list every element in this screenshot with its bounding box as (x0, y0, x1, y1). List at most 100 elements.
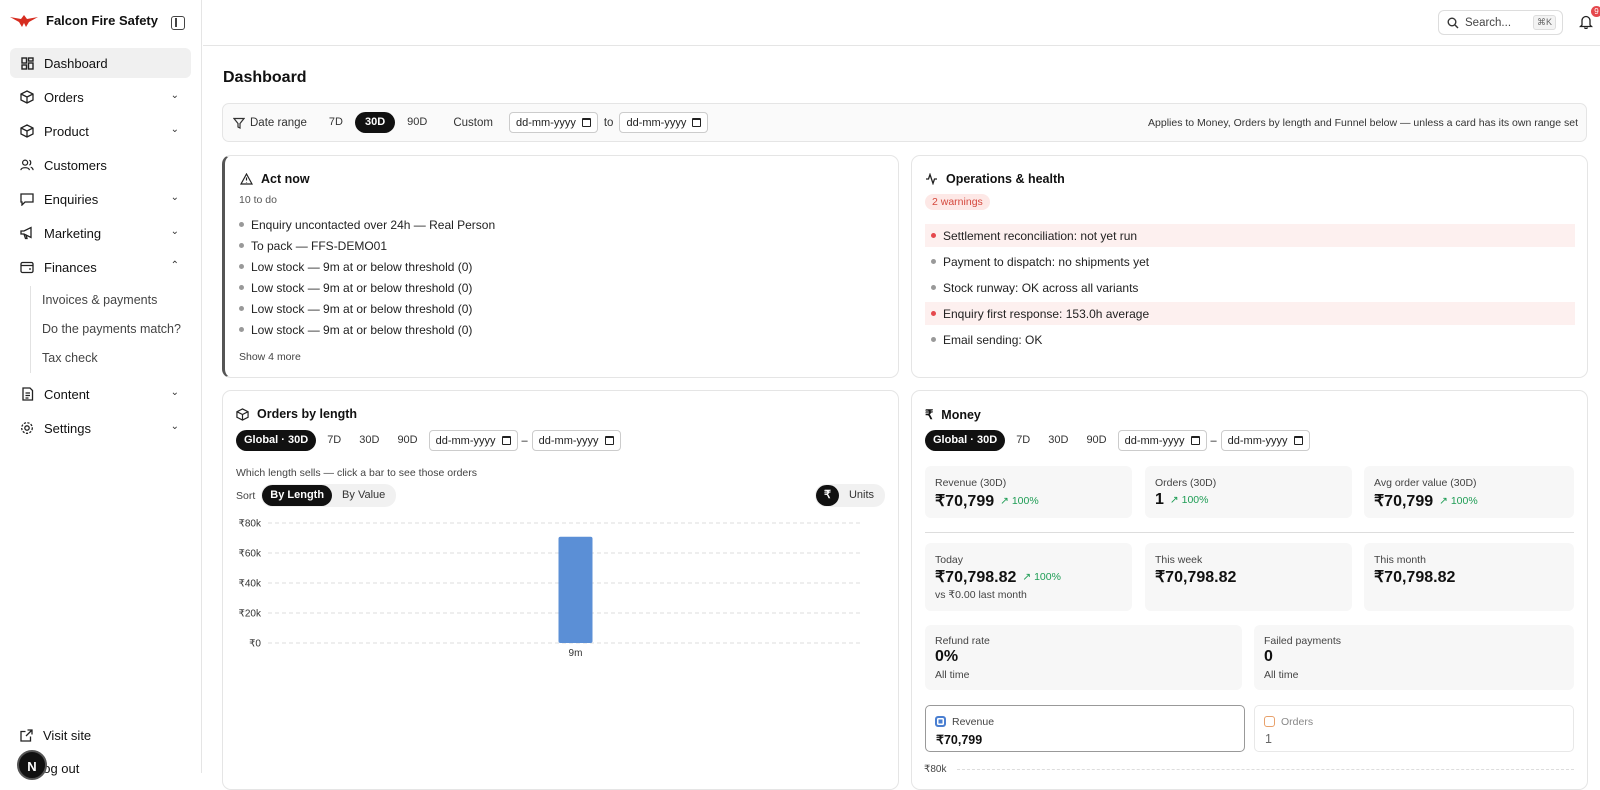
sidebar-item-enquiries[interactable]: Enquiries ⌄ (10, 184, 191, 214)
sort-by-value[interactable]: By Value (332, 485, 395, 506)
act-now-item[interactable]: Low stock — 9m at or below threshold (0) (239, 277, 879, 298)
search-placeholder: Search... (1465, 16, 1512, 29)
range-dash: – (521, 434, 528, 447)
search-button[interactable]: Search... ⌘K (1438, 10, 1563, 35)
warnings-badge: 2 warnings (925, 194, 990, 210)
range-30d[interactable]: 30D (354, 112, 396, 133)
operations-card: Operations & health 2 warnings Settlemen… (911, 155, 1588, 378)
legend-orders[interactable]: Orders 1 (1254, 705, 1574, 752)
start-date-input[interactable]: dd-mm-yyyy (508, 112, 598, 133)
legend-revenue[interactable]: Revenue ₹70,799 (925, 705, 1245, 752)
bullet-icon (239, 327, 244, 332)
x-tick-label: 9m (569, 648, 583, 659)
end-date-input[interactable]: dd-mm-yyyy (531, 430, 621, 451)
refund-rate: Refund rate 0% All time (925, 625, 1242, 690)
wallet-icon (20, 260, 34, 274)
calendar-icon (604, 436, 614, 445)
operations-title: Operations & health (925, 172, 1065, 186)
money-range-selector: Global · 30D 7D 30D 90D dd-mm-yyyy – dd-… (925, 430, 1310, 451)
operations-item: Email sending: OK (925, 328, 1575, 351)
sidebar-subitem-payments-match[interactable]: Do the payments match? (42, 315, 191, 344)
operations-item: Payment to dispatch: no shipments yet (925, 250, 1575, 273)
orders-bar-chart: ₹0 ₹20k ₹40k ₹60k ₹80k 9m (239, 519, 863, 659)
range-30d[interactable]: 30D (1041, 430, 1075, 451)
range-30d[interactable]: 30D (352, 430, 386, 451)
trend-up-icon: ↗ 100% (1439, 495, 1478, 507)
range-90d[interactable]: 90D (1079, 430, 1113, 451)
range-7d[interactable]: 7D (319, 112, 353, 133)
kpi-avg-order-value: Avg order value (30D) ₹70,799 ↗ 100% (1364, 466, 1574, 518)
act-now-item[interactable]: Low stock — 9m at or below threshold (0) (239, 298, 879, 319)
range-7d[interactable]: 7D (1009, 430, 1037, 451)
calendar-icon (692, 118, 702, 127)
chevron-up-icon: ⌃ (170, 260, 179, 271)
sidebar-item-finances[interactable]: Finances ⌃ (10, 252, 191, 282)
trend-up-icon: ↗ 100% (1022, 571, 1061, 583)
bullet-icon (239, 285, 244, 290)
act-now-item[interactable]: Low stock — 9m at or below threshold (0) (239, 319, 879, 340)
sidebar-item-orders[interactable]: Orders ⌄ (10, 82, 191, 112)
sidebar-item-label: Product (44, 123, 89, 139)
sidebar-item-marketing[interactable]: Marketing ⌄ (10, 218, 191, 248)
bar[interactable] (558, 536, 593, 643)
range-90d[interactable]: 90D (397, 112, 437, 133)
y-tick-label: ₹60k (239, 549, 262, 560)
sidebar-item-label: Orders (44, 89, 84, 105)
box-icon (20, 124, 34, 138)
calendar-icon (501, 436, 511, 445)
range-7d[interactable]: 7D (320, 430, 348, 451)
act-now-item[interactable]: Low stock — 9m at or below threshold (0) (239, 256, 879, 277)
bell-icon[interactable] (1579, 14, 1593, 29)
calendar-icon (1190, 436, 1200, 445)
external-link-icon (20, 729, 33, 742)
y-tick-label: ₹40k (239, 579, 262, 590)
end-date-input[interactable]: dd-mm-yyyy (1220, 430, 1310, 451)
orders-by-length-title: Orders by length (236, 407, 357, 421)
show-more-link[interactable]: Show 4 more (239, 351, 301, 363)
avatar[interactable]: N (17, 750, 47, 780)
act-now-subtitle: 10 to do (239, 194, 277, 206)
calendar-icon (1293, 436, 1303, 445)
range-global[interactable]: Global · 30D (925, 430, 1006, 451)
range-90d[interactable]: 90D (390, 430, 424, 451)
sidebar-item-content[interactable]: Content ⌄ (10, 379, 191, 409)
sidebar-item-dashboard[interactable]: Dashboard (10, 48, 191, 78)
filter-note: Applies to Money, Orders by length and F… (1148, 116, 1578, 129)
sort-by-length[interactable]: By Length (262, 485, 333, 506)
sidebar-collapse-icon[interactable] (171, 16, 185, 30)
orders-range-selector: Global · 30D 7D 30D 90D dd-mm-yyyy – dd-… (236, 430, 621, 451)
trend-up-icon: ↗ 100% (1000, 495, 1039, 507)
sidebar-subitem-invoices[interactable]: Invoices & payments (42, 286, 191, 315)
chevron-down-icon: ⌄ (170, 226, 179, 237)
sidebar-item-label: Finances (44, 259, 97, 275)
sidebar: Falcon Fire Safety Dashboard Orders ⌄ Pr… (0, 0, 202, 780)
sidebar-item-product[interactable]: Product ⌄ (10, 116, 191, 146)
operations-item: Enquiry first response: 153.0h average (925, 302, 1575, 325)
start-date-input[interactable]: dd-mm-yyyy (428, 430, 518, 451)
to-label: to (603, 116, 614, 129)
act-now-item[interactable]: Enquiry uncontacted over 24h — Real Pers… (239, 214, 879, 235)
unit-toggle: ₹ Units (814, 484, 885, 507)
start-date-input[interactable]: dd-mm-yyyy (1117, 430, 1207, 451)
sidebar-item-customers[interactable]: Customers (10, 150, 191, 180)
toggle-rupee[interactable]: ₹ (815, 485, 839, 506)
sidebar-item-settings[interactable]: Settings ⌄ (10, 413, 191, 443)
sort-label: Sort (236, 489, 256, 502)
falcon-logo-icon (10, 14, 38, 27)
grid-icon (20, 56, 34, 70)
document-icon (20, 387, 34, 401)
operations-item: Stock runway: OK across all variants (925, 276, 1575, 299)
act-now-title: Act now (240, 172, 310, 186)
act-now-item[interactable]: To pack — FFS-DEMO01 (239, 235, 879, 256)
sidebar-subitem-tax-check[interactable]: Tax check (42, 344, 191, 373)
end-date-input[interactable]: dd-mm-yyyy (619, 112, 709, 133)
bullet-icon (239, 264, 244, 269)
status-dot-icon (931, 285, 936, 290)
megaphone-icon (20, 226, 34, 240)
toggle-units[interactable]: Units (839, 485, 884, 506)
brand[interactable]: Falcon Fire Safety (10, 13, 158, 28)
visit-site-link[interactable]: Visit site (20, 728, 91, 743)
range-global[interactable]: Global · 30D (236, 430, 317, 451)
money-card: ₹ Money Global · 30D 7D 30D 90D dd-mm-yy… (911, 390, 1588, 790)
sidebar-item-label: Dashboard (44, 55, 108, 71)
